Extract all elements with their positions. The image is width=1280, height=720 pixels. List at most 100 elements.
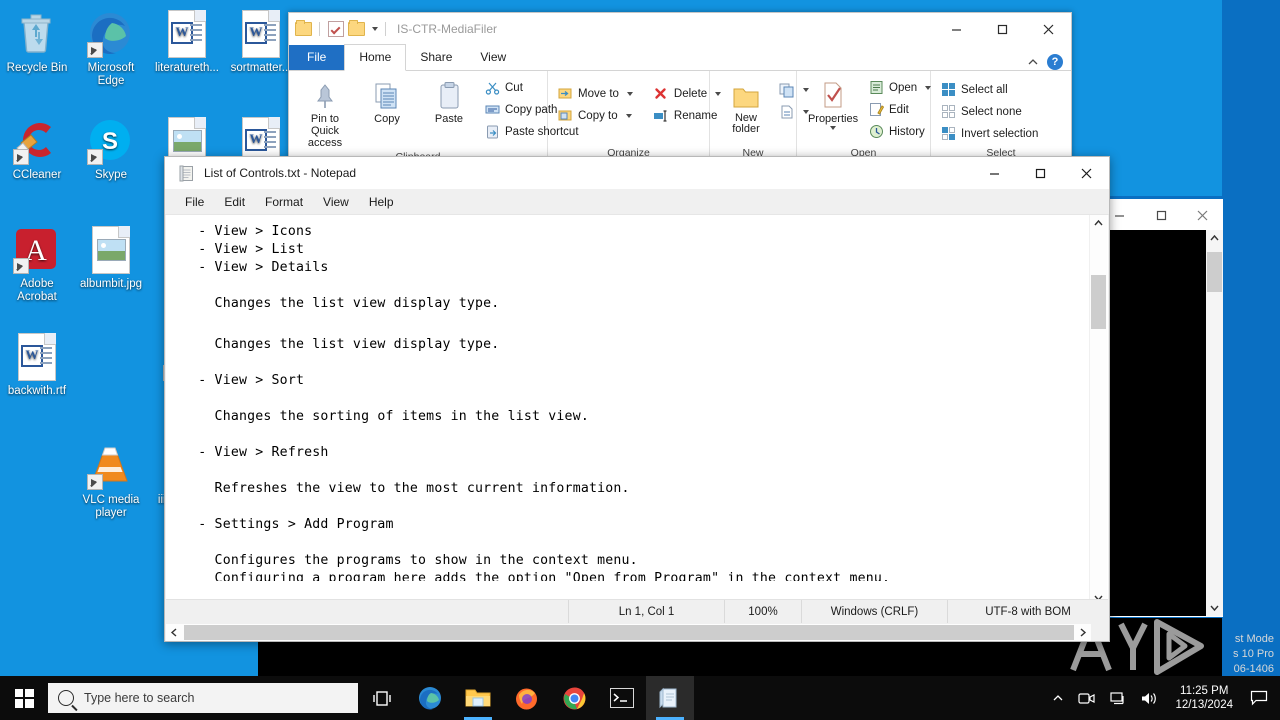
taskbar-microsoft-edge-button[interactable] [406, 676, 454, 720]
notepad-menubar[interactable]: File Edit Format View Help [165, 189, 1109, 215]
notepad-hscroll-right-arrow[interactable] [1074, 624, 1091, 641]
folder-icon[interactable] [295, 20, 312, 38]
notepad-titlebar[interactable]: List of Controls.txt - Notepad [165, 157, 1109, 189]
clock[interactable]: 11:25 PM 12/13/2024 [1165, 684, 1243, 712]
notepad-minimize-button[interactable] [971, 157, 1017, 189]
select-all-button[interactable]: Select all [936, 79, 1042, 100]
status-position: Ln 1, Col 1 [568, 600, 724, 623]
notepad-caption-buttons[interactable] [971, 157, 1109, 189]
menu-view[interactable]: View [313, 193, 359, 211]
desktop-icon-recycle-bin[interactable]: Recycle Bin [0, 10, 74, 75]
explorer-caption-buttons[interactable] [933, 13, 1071, 45]
properties-check-icon[interactable] [327, 21, 344, 38]
screen-recording-icon[interactable] [1071, 691, 1102, 706]
taskbar-firefox-button[interactable] [502, 676, 550, 720]
chevron-down-icon[interactable] [830, 126, 836, 130]
desktop-icon-label: Skype [95, 169, 127, 181]
paste-button[interactable]: Paste [418, 75, 480, 127]
tab-share[interactable]: Share [406, 45, 466, 70]
background-console-window[interactable] [1098, 196, 1224, 618]
copy-to-button[interactable]: Copy to [553, 105, 637, 126]
copy-button[interactable]: Copy [356, 75, 418, 127]
desktop-icon-literatureth[interactable]: Wliteratureth... [150, 10, 224, 75]
taskbar-notepad-button[interactable] [646, 676, 694, 720]
open-button[interactable]: Open [864, 77, 935, 98]
network-icon[interactable] [1102, 691, 1133, 706]
desktop-icon-skype[interactable]: S Skype [74, 117, 148, 182]
background-scroll-thumb[interactable] [1207, 252, 1222, 292]
copy-label: Copy [374, 113, 400, 125]
invert-selection-button[interactable]: Invert selection [936, 123, 1042, 144]
status-line-ending: Windows (CRLF) [801, 600, 947, 623]
desktop-icon-sortmatter[interactable]: Wsortmatter... [224, 10, 298, 75]
explorer-titlebar[interactable]: IS-CTR-MediaFiler [289, 13, 1071, 45]
explorer-ribbon[interactable]: Pin to Quick access Copy Paste Cut Copy … [289, 71, 1071, 161]
notepad-window[interactable]: List of Controls.txt - Notepad File Edit… [164, 156, 1110, 642]
explorer-ribbon-tabs[interactable]: File Home Share View ? [289, 44, 1071, 71]
explorer-maximize-button[interactable] [979, 13, 1025, 45]
search-placeholder: Type here to search [84, 691, 195, 705]
action-center-icon[interactable] [1243, 690, 1280, 706]
new-folder-icon [731, 77, 761, 111]
taskbar-command-prompt-button[interactable] [598, 676, 646, 720]
system-tray[interactable]: 11:25 PM 12/13/2024 [1045, 676, 1280, 720]
select-none-label: Select none [961, 105, 1022, 118]
menu-format[interactable]: Format [255, 193, 313, 211]
open-icon [868, 80, 884, 96]
background-scroll-down-arrow[interactable] [1206, 599, 1223, 616]
notepad-hscroll-left-arrow[interactable] [166, 624, 183, 641]
chevron-down-icon[interactable] [372, 27, 378, 31]
explorer-close-button[interactable] [1025, 13, 1071, 45]
show-hidden-icons-button[interactable] [1045, 692, 1071, 704]
file-explorer-window[interactable]: IS-CTR-MediaFiler File Home Share View ? [288, 12, 1072, 162]
notepad-close-button[interactable] [1063, 157, 1109, 189]
notepad-maximize-button[interactable] [1017, 157, 1063, 189]
desktop-icon-albumbit-jpg[interactable]: albumbit.jpg [74, 226, 148, 291]
notepad-hscroll-thumb[interactable] [184, 625, 1074, 640]
desktop-icon-ccleaner[interactable]: CCleaner [0, 117, 74, 182]
background-window-scrollbar[interactable] [1206, 230, 1223, 616]
menu-file[interactable]: File [175, 193, 214, 211]
quick-access-toolbar[interactable] [289, 20, 389, 38]
taskbar-task-view-button[interactable] [358, 676, 406, 720]
tab-file[interactable]: File [289, 45, 345, 70]
edit-button[interactable]: Edit [864, 99, 935, 120]
desktop-icon-backwith-rtf[interactable]: Wbackwith.rtf [0, 333, 74, 398]
taskbar[interactable]: Type here to search 11:25 PM 12/13/2024 [0, 676, 1280, 720]
history-button[interactable]: History [864, 121, 935, 142]
notepad-horizontal-scrollbar[interactable] [166, 624, 1091, 641]
volume-icon[interactable] [1133, 691, 1165, 706]
move-to-button[interactable]: Move to [553, 83, 637, 104]
desktop-icon-vlc-media-player[interactable]: VLC media player [74, 442, 148, 520]
background-window-close-button[interactable] [1182, 199, 1223, 231]
notepad-title: List of Controls.txt - Notepad [204, 166, 357, 180]
menu-edit[interactable]: Edit [214, 193, 255, 211]
search-input[interactable]: Type here to search [48, 683, 358, 713]
notepad-text-area[interactable]: - View > Icons - View > List - View > De… [166, 215, 1108, 606]
svg-text:S: S [102, 128, 118, 155]
explorer-minimize-button[interactable] [933, 13, 979, 45]
clock-time: 11:25 PM [1180, 685, 1229, 697]
desktop-icon-adobe-acrobat[interactable]: A Adobe Acrobat [0, 226, 74, 304]
desktop-icon-microsoft-edge[interactable]: Microsoft Edge [74, 10, 148, 88]
tab-view[interactable]: View [466, 45, 520, 70]
notepad-vertical-scrollbar[interactable] [1089, 215, 1107, 606]
tab-home[interactable]: Home [344, 44, 407, 71]
help-icon[interactable]: ? [1047, 54, 1063, 70]
new-folder-button[interactable]: New folder [715, 75, 777, 137]
chevron-down-icon[interactable] [625, 113, 632, 118]
pin-to-quick-access-button[interactable]: Pin to Quick access [294, 75, 356, 151]
notepad-scroll-thumb[interactable] [1091, 275, 1106, 329]
start-button[interactable] [0, 676, 48, 720]
taskbar-file-explorer-button[interactable] [454, 676, 502, 720]
background-window-maximize-button[interactable] [1140, 199, 1181, 231]
background-scroll-up-arrow[interactable] [1206, 230, 1223, 247]
notepad-scroll-up-arrow[interactable] [1090, 215, 1107, 232]
new-folder-icon[interactable] [348, 20, 365, 38]
chevron-down-icon[interactable] [626, 91, 633, 96]
select-none-button[interactable]: Select none [936, 101, 1042, 122]
menu-help[interactable]: Help [359, 193, 404, 211]
properties-button[interactable]: Properties [802, 75, 864, 132]
taskbar-google-chrome-button[interactable] [550, 676, 598, 720]
ribbon-collapse-icon[interactable] [1027, 56, 1039, 68]
